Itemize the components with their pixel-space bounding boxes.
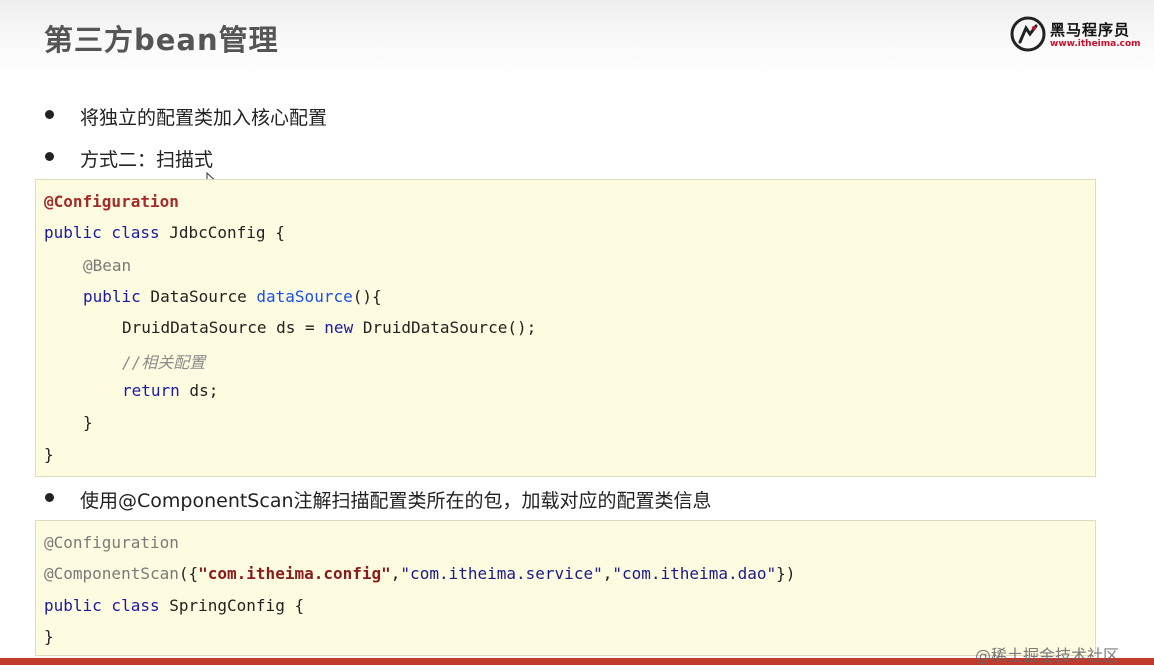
bullet-dot-icon xyxy=(45,493,54,502)
bullet-item: 将独立的配置类加入核心配置 xyxy=(45,103,745,129)
bullet-item: 使用@ComponentScan注解扫描配置类所在的包，加载对应的配置类信息 xyxy=(45,486,805,512)
string-token: "com.itheima.dao" xyxy=(612,564,777,583)
annotation-token: @Configuration xyxy=(44,192,179,211)
brace-token: } xyxy=(83,413,93,432)
bullet-text: 将独立的配置类加入核心配置 xyxy=(80,107,328,129)
code-line: } xyxy=(44,445,54,464)
annotation-token: @Configuration xyxy=(44,533,179,552)
punct-token: , xyxy=(602,564,613,583)
statement-token: DruidDataSource(); xyxy=(353,318,537,337)
code-line: @Configuration xyxy=(44,192,179,211)
brace-token: } xyxy=(44,445,54,464)
keyword-token: new xyxy=(324,318,354,337)
method-token: dataSource xyxy=(256,287,353,306)
code-line: public DataSource dataSource(){ xyxy=(83,287,382,306)
annotation-token: @Bean xyxy=(83,256,132,275)
slide-header: 第三方bean管理 黑马程序员 www.itheima.com xyxy=(0,0,1154,78)
bullet-text: 方式二：扫描式 xyxy=(80,149,214,171)
punct-token: }) xyxy=(776,564,796,583)
code-line: @ComponentScan({"com.itheima.config","co… xyxy=(44,564,795,583)
slide-title: 第三方bean管理 xyxy=(44,23,279,57)
bullet-dot-icon xyxy=(45,110,54,119)
string-token: "com.itheima.config" xyxy=(198,564,391,583)
code-line: @Configuration xyxy=(44,533,179,552)
code-line: public class JdbcConfig { xyxy=(44,223,285,242)
code-line: } xyxy=(44,627,54,646)
brace-token: } xyxy=(44,627,54,646)
code-line: } xyxy=(83,413,93,432)
class-name-token: JdbcConfig { xyxy=(159,223,285,242)
type-token: DataSource xyxy=(140,287,257,306)
keyword-token: public class xyxy=(44,596,160,615)
keyword-token: public class xyxy=(44,223,160,242)
class-name-token: SpringConfig { xyxy=(159,596,305,615)
bullet-item: 方式二：扫描式 xyxy=(45,145,745,171)
code-line: @Bean xyxy=(83,256,131,275)
statement-token: ds; xyxy=(179,381,219,400)
code-line: return ds; xyxy=(122,381,218,400)
bullet-text: 使用@ComponentScan注解扫描配置类所在的包，加载对应的配置类信息 xyxy=(80,490,712,512)
comment-token: //相关配置 xyxy=(122,353,206,372)
watermark: @稀土掘金技术社区 xyxy=(975,646,1120,665)
code-line: DruidDataSource ds = new DruidDataSource… xyxy=(122,318,536,337)
punct-token: ({ xyxy=(178,564,199,583)
string-token: "com.itheima.service" xyxy=(400,564,603,583)
annotation-token: @ComponentScan xyxy=(44,564,179,583)
keyword-token: return xyxy=(122,381,180,400)
statement-token: DruidDataSource ds = xyxy=(122,318,325,337)
code-line: public class SpringConfig { xyxy=(44,596,304,615)
logo-name: 黑马程序员 xyxy=(1050,21,1131,39)
punct-token: , xyxy=(390,564,401,583)
keyword-token: public xyxy=(83,287,141,306)
bullet-dot-icon xyxy=(45,152,54,161)
punct-token: (){ xyxy=(352,287,382,306)
brand-logo: 黑马程序员 www.itheima.com xyxy=(1010,16,1141,56)
code-line: //相关配置 xyxy=(122,349,205,373)
code-block-spring-config: @Configuration @ComponentScan({"com.ithe… xyxy=(35,520,1096,656)
horse-logo-icon xyxy=(1010,16,1046,52)
code-block-jdbc-config: @Configuration public class JdbcConfig {… xyxy=(35,179,1096,477)
logo-url: www.itheima.com xyxy=(1050,39,1141,49)
